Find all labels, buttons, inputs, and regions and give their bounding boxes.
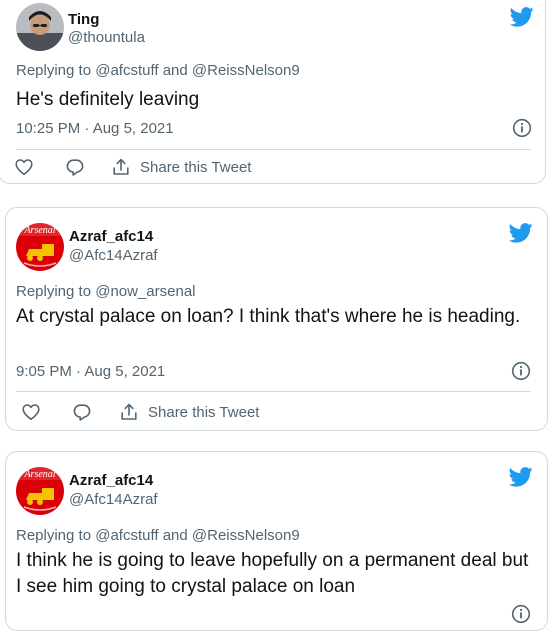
- replying-prefix: Replying to: [16, 527, 92, 544]
- mention-link[interactable]: @afcstuff: [95, 527, 158, 544]
- user-handle[interactable]: @Afc14Azraf: [69, 247, 158, 265]
- tweet-text: At crystal palace on loan? I think that'…: [16, 306, 521, 327]
- mention-link[interactable]: @now_arsenal: [95, 283, 195, 300]
- info-icon[interactable]: [511, 604, 531, 624]
- like-icon[interactable]: [21, 402, 41, 422]
- twitter-bird-icon[interactable]: [510, 7, 534, 27]
- share-tweet-label[interactable]: Share this Tweet: [148, 404, 259, 422]
- replying-prefix: Replying to: [16, 62, 92, 79]
- twitter-bird-icon[interactable]: [509, 467, 533, 487]
- replying-joiner: and: [162, 527, 188, 544]
- tweet-card[interactable]: Arsenal Azraf_afc14 @Afc14Azraf Replying…: [5, 451, 548, 631]
- tweet-card[interactable]: Arsenal Azraf_afc14 @Afc14Azraf Replying…: [5, 207, 548, 431]
- info-icon[interactable]: [512, 118, 532, 138]
- replying-to: Replying to @afcstuff and @ReissNelson9: [16, 526, 300, 546]
- display-name[interactable]: Azraf_afc14: [69, 472, 153, 490]
- replying-to: Replying to @afcstuff and @ReissNelson9: [16, 61, 300, 81]
- replying-to: Replying to @now_arsenal: [16, 282, 196, 302]
- share-icon[interactable]: [119, 402, 139, 422]
- like-icon[interactable]: [14, 157, 34, 177]
- twitter-bird-icon[interactable]: [509, 223, 533, 243]
- info-icon[interactable]: [511, 361, 531, 381]
- avatar[interactable]: Arsenal: [16, 223, 64, 271]
- divider: [16, 149, 531, 150]
- tweet-timestamp[interactable]: 10:25 PM · Aug 5, 2021: [16, 120, 174, 138]
- mention-link[interactable]: @ReissNelson9: [192, 527, 300, 544]
- tweet-timestamp[interactable]: 9:05 PM · Aug 5, 2021: [16, 363, 165, 381]
- share-tweet-label[interactable]: Share this Tweet: [140, 159, 251, 177]
- divider: [16, 391, 531, 392]
- user-handle[interactable]: @Afc14Azraf: [69, 491, 158, 509]
- avatar[interactable]: Arsenal: [16, 467, 64, 515]
- reply-icon[interactable]: [72, 402, 92, 422]
- share-icon[interactable]: [111, 157, 131, 177]
- reply-icon[interactable]: [65, 157, 85, 177]
- avatar-text: Arsenal: [23, 225, 55, 236]
- mention-link[interactable]: @ReissNelson9: [192, 62, 300, 79]
- display-name[interactable]: Ting: [68, 11, 99, 29]
- tweet-card[interactable]: Ting @thountula Replying to @afcstuff an…: [0, 0, 546, 184]
- avatar-text: Arsenal: [23, 469, 55, 480]
- tweet-text: I think he is going to leave hopefully o…: [16, 550, 529, 597]
- tweet-text: He's definitely leaving: [16, 89, 200, 110]
- replying-prefix: Replying to: [16, 283, 92, 300]
- user-handle[interactable]: @thountula: [68, 29, 145, 47]
- mention-link[interactable]: @afcstuff: [95, 62, 158, 79]
- replying-joiner: and: [162, 62, 188, 79]
- avatar[interactable]: [16, 3, 64, 51]
- display-name[interactable]: Azraf_afc14: [69, 228, 153, 246]
